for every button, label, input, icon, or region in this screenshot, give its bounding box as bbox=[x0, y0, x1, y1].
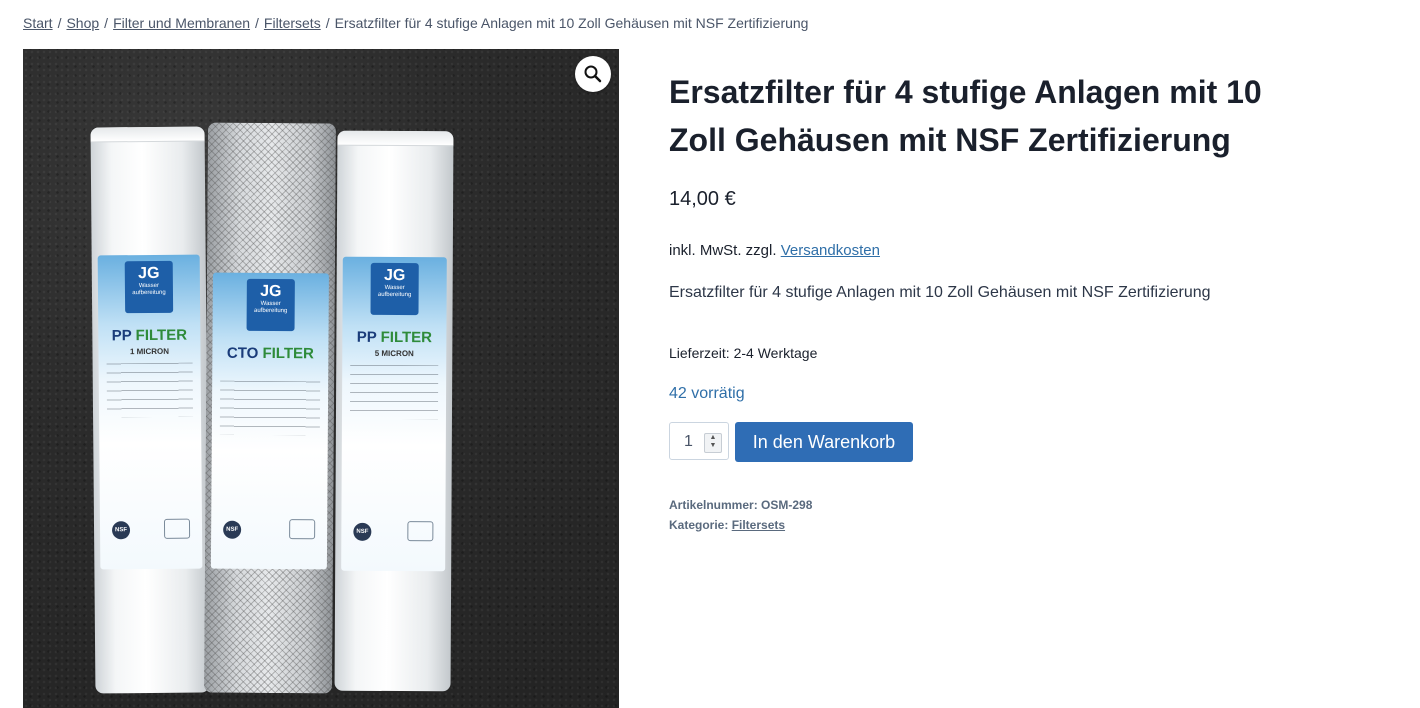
product-price: 14,00 € bbox=[669, 188, 736, 210]
tax-prefix: inkl. MwSt. zzgl. bbox=[669, 242, 777, 259]
water-quality-icon bbox=[407, 521, 434, 542]
breadcrumb-link-shop[interactable]: Shop bbox=[66, 15, 99, 31]
magnifier-icon bbox=[584, 65, 602, 83]
filter-cartridge-cto: JG Wasser aufbereitung CTO FILTER NSF bbox=[204, 122, 336, 694]
label-fine-print bbox=[106, 362, 194, 418]
spinner-arrows-icon[interactable]: ▲ ▼ bbox=[704, 433, 722, 453]
sku-value: OSM-298 bbox=[761, 498, 813, 512]
breadcrumb-separator: / bbox=[57, 15, 62, 31]
breadcrumb: Start / Shop / Filter und Membranen / Filterse… bbox=[23, 15, 808, 31]
product-gallery-image[interactable]: JG Wasser aufbereitung PP FILTER 1 MICRON… bbox=[23, 49, 619, 708]
water-quality-icon bbox=[163, 518, 191, 539]
category-label: Kategorie: bbox=[669, 518, 729, 532]
jg-logo: JG Wasser aufbereitung bbox=[370, 262, 419, 316]
jg-logo: JG Wasser aufbereitung bbox=[246, 278, 295, 332]
label-fine-print bbox=[349, 364, 439, 420]
sku-line: Artikelnummer: OSM-298 bbox=[669, 498, 812, 512]
category-link[interactable]: Filtersets bbox=[732, 518, 785, 532]
filter-cartridge-pp-1micron: JG Wasser aufbereitung PP FILTER 1 MICRON… bbox=[90, 126, 210, 694]
breadcrumb-separator: / bbox=[255, 15, 259, 31]
label-fine-print bbox=[219, 380, 321, 436]
product-title: Ersatzfilter für 4 stufige Anlagen mit 1… bbox=[669, 74, 1262, 158]
tax-info: inkl. MwSt. zzgl. Versandkosten bbox=[669, 242, 880, 259]
short-description: Ersatzfilter für 4 stufige Anlagen mit 1… bbox=[669, 284, 1211, 301]
cartridge-label: JG Wasser aufbereitung PP FILTER 5 MICRON… bbox=[341, 256, 447, 572]
stock-status: 42 vorrätig bbox=[669, 385, 745, 402]
category-line: Kategorie: Filtersets bbox=[669, 518, 785, 532]
breadcrumb-link-filter-membranen[interactable]: Filter und Membranen bbox=[113, 15, 250, 31]
add-to-cart-button[interactable]: In den Warenkorb bbox=[735, 422, 913, 462]
quantity-stepper[interactable]: 1 ▲ ▼ bbox=[669, 422, 729, 460]
quantity-value[interactable]: 1 bbox=[684, 433, 693, 451]
delivery-time: Lieferzeit: 2-4 Werktage bbox=[669, 345, 818, 361]
breadcrumb-link-start[interactable]: Start bbox=[23, 15, 53, 31]
shipping-costs-link[interactable]: Versandkosten bbox=[781, 242, 880, 259]
filter-cartridge-pp-5micron: JG Wasser aufbereitung PP FILTER 5 MICRON… bbox=[334, 130, 454, 692]
sku-label: Artikelnummer: bbox=[669, 498, 758, 512]
cartridge-cap bbox=[90, 126, 205, 143]
nsf-seal-icon: NSF bbox=[111, 521, 131, 540]
cartridge-label: JG Wasser aufbereitung PP FILTER 1 MICRON… bbox=[97, 254, 203, 570]
cartridge-label: JG Wasser aufbereitung CTO FILTER NSF bbox=[210, 272, 329, 570]
water-quality-icon bbox=[289, 519, 316, 540]
nsf-seal-icon: NSF bbox=[353, 522, 372, 541]
breadcrumb-separator: / bbox=[104, 15, 109, 31]
breadcrumb-separator: / bbox=[325, 15, 330, 31]
breadcrumb-current: Ersatzfilter für 4 stufige Anlagen mit 1… bbox=[334, 15, 809, 31]
breadcrumb-link-filtersets[interactable]: Filtersets bbox=[264, 15, 321, 31]
cartridge-cap bbox=[337, 130, 454, 147]
zoom-button[interactable] bbox=[575, 56, 611, 92]
nsf-seal-icon: NSF bbox=[223, 520, 242, 539]
jg-logo: JG Wasser aufbereitung bbox=[124, 260, 174, 314]
